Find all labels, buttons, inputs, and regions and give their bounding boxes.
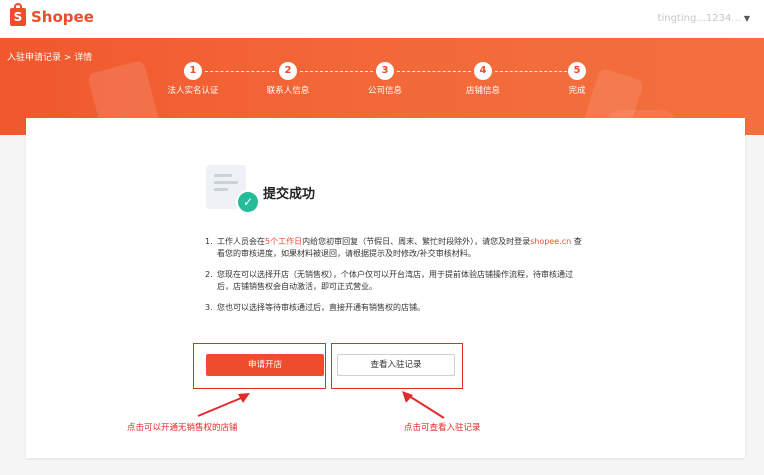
step-number: 4 [474,62,492,80]
step-number: 3 [376,62,394,80]
shopee-bag-icon: S [10,3,26,26]
account-name: tingting...1234... [657,13,741,24]
annotation-arrows [197,391,445,419]
step-number: 2 [279,62,297,80]
step-4: 4 店铺信息 [438,62,528,96]
step-5: 5 完成 [532,62,622,96]
step-1: 1 法人实名认证 [148,62,238,96]
step-label: 完成 [568,86,586,96]
account-menu[interactable]: tingting...1234... ▼ [658,13,750,24]
chevron-down-icon: ▼ [743,14,750,23]
step-3: 3 公司信息 [340,62,430,96]
step-label: 店铺信息 [465,86,500,96]
step-number: 1 [184,62,202,80]
annotation-left: 点击可以开通无销售权的店铺 [127,423,238,433]
result-card: ✓ 提交成功 1. 工作人员会在5个工作日内给您初审回复（节假日、周末、繁忙时段… [26,118,745,458]
annotation-right: 点击可查看入驻记录 [404,423,481,433]
step-label: 联系人信息 [266,86,310,96]
top-bar: S Shopee tingting...1234... ▼ [0,0,764,38]
step-label: 法人实名认证 [167,86,219,96]
arrow-left-icon [197,395,247,417]
step-number: 5 [568,62,586,80]
logo-glyph: S [13,10,23,24]
logo-text: Shopee [31,8,94,26]
shopee-logo[interactable]: S Shopee [10,3,94,26]
step-label: 公司信息 [367,86,402,96]
breadcrumb[interactable]: 入驻申请记录 > 详情 [7,50,92,63]
step-2: 2 联系人信息 [243,62,333,96]
arrow-right-icon [405,393,445,419]
